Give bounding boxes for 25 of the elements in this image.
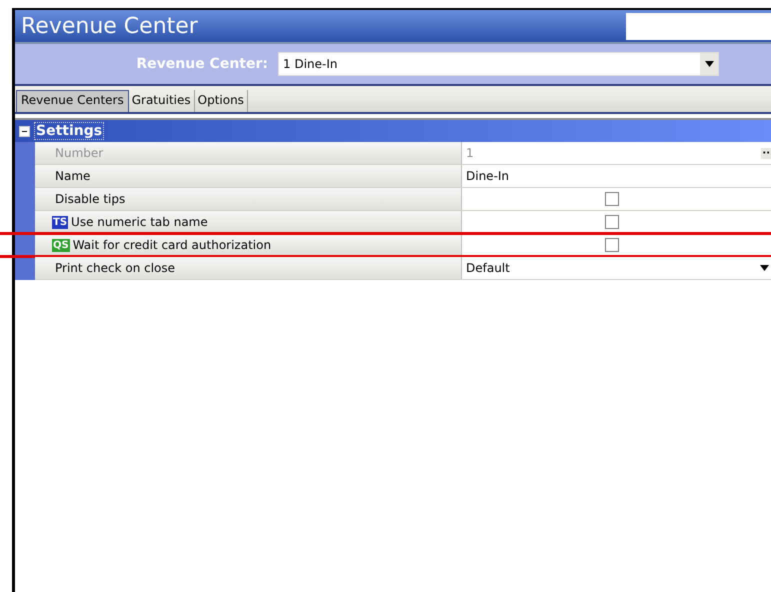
revenue-center-dropdown[interactable]: 1 Dine-In — [278, 52, 719, 76]
caret-icon[interactable] — [760, 265, 771, 271]
tab[interactable]: Gratuities — [128, 90, 195, 112]
property-label: Disable tips — [55, 192, 126, 206]
property-label: Wait for credit card authorization — [72, 238, 272, 252]
property-label: Print check on close — [55, 261, 176, 275]
property-label: Number — [55, 146, 104, 160]
tab[interactable]: Options — [194, 90, 248, 112]
property-label: Name — [55, 169, 90, 183]
tab[interactable]: Revenue Centers — [16, 90, 129, 112]
property-label: Use numeric tab name — [71, 215, 208, 229]
property-value[interactable]: Dine-In — [466, 169, 510, 183]
checkbox[interactable] — [604, 238, 618, 252]
dropdown-button[interactable] — [700, 53, 718, 75]
window-title: Revenue Center — [20, 14, 198, 38]
property-value: 1 — [466, 146, 474, 160]
caret-icon — [704, 61, 714, 67]
property-value[interactable]: Default — [466, 261, 510, 275]
checkbox[interactable] — [604, 192, 618, 206]
checkbox[interactable] — [604, 215, 618, 229]
badge-icon: QS — [52, 238, 70, 252]
collapse-icon[interactable] — [19, 126, 30, 136]
badge-icon: TS — [52, 216, 68, 228]
section-title[interactable]: Settings — [34, 122, 104, 140]
selector-label: Revenue Center: — [135, 56, 269, 72]
